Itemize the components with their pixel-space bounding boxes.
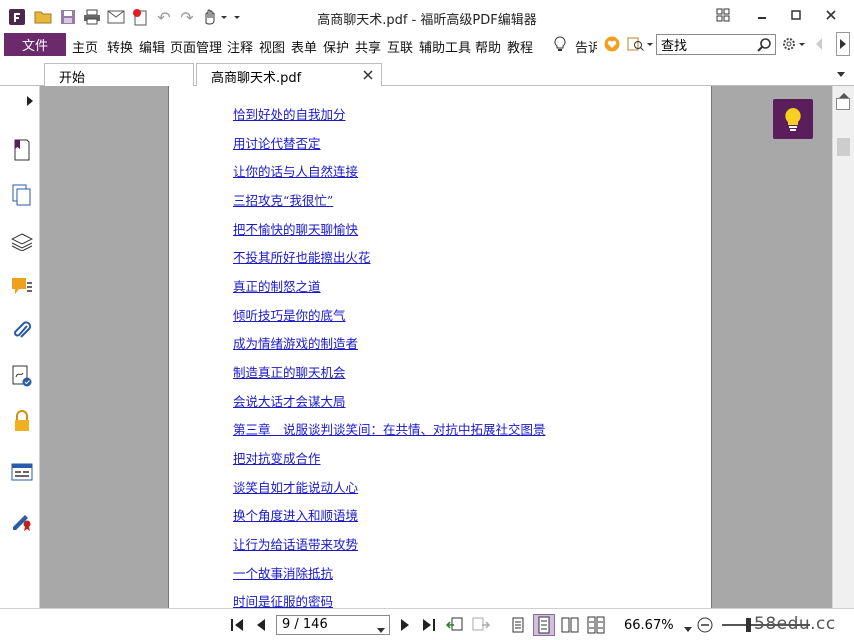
toc-link[interactable]: 真正的制怒之道 [233, 276, 321, 295]
toc-link[interactable]: 倾听技巧是你的底气 [233, 305, 346, 324]
facing-view-icon[interactable] [560, 616, 580, 634]
continuous-view-icon[interactable] [533, 614, 555, 636]
continuous-facing-view-icon[interactable] [586, 616, 606, 634]
menu-bar: 文件 主页 转换 编辑 页面管理 注释 视图 表单 保护 共享 互联 辅助工具 … [0, 32, 854, 58]
page-indicator: 9 / 146 [282, 617, 328, 632]
zoom-out-icon[interactable] [697, 617, 713, 636]
tab-start[interactable]: 开始 [44, 63, 194, 87]
minimize-button[interactable] [751, 6, 773, 24]
ribbon-scroll-right-icon[interactable] [836, 32, 850, 56]
settings-gear-icon[interactable] [781, 36, 807, 56]
toc-link[interactable]: 让行为给话语带来攻势 [233, 534, 358, 553]
toc-link[interactable]: 谈笑自如才能说动人心 [233, 477, 358, 496]
menu-form[interactable]: 表单 [291, 37, 317, 56]
close-tab-icon[interactable] [363, 69, 373, 84]
search-input[interactable] [657, 35, 755, 54]
previous-page-icon[interactable] [254, 616, 268, 634]
toc-link[interactable]: 会说大话才会谋大局 [233, 391, 346, 410]
split-view-handle[interactable] [836, 98, 850, 110]
zoom-slider-thumb[interactable] [746, 618, 751, 632]
menu-comment[interactable]: 注释 [227, 37, 253, 56]
lightbulb-icon[interactable] [553, 36, 567, 56]
toc-link[interactable]: 第三章 说服谈判谈笑间：在共情、对抗中拓展社交图景 [233, 419, 546, 438]
toc-link[interactable]: 不投其所好也能擦出火花 [233, 247, 371, 266]
search-box [656, 34, 776, 55]
page-dropdown-icon[interactable] [377, 623, 385, 638]
tab-list-dropdown-icon[interactable] [836, 68, 846, 82]
tab-bar: 开始 高商聊天术.pdf [0, 58, 854, 87]
toc-link[interactable]: 把不愉快的聊天聊愉快 [233, 219, 358, 238]
comments-panel-icon[interactable] [10, 274, 34, 298]
status-bar: 9 / 146 66.67% 58edu.cc [0, 608, 854, 640]
lightbulb-tip-icon [785, 108, 801, 131]
menu-tutorial[interactable]: 教程 [507, 37, 533, 56]
menu-convert[interactable]: 转换 [107, 37, 133, 56]
menu-connect[interactable]: 互联 [387, 37, 413, 56]
toc-link[interactable]: 制造真正的聊天机会 [233, 362, 346, 381]
bookmark-panel-icon[interactable] [10, 138, 34, 162]
toc-link[interactable]: 用讨论代替否定 [233, 133, 321, 152]
toc-link[interactable]: 恰到好处的自我加分 [233, 104, 346, 123]
page-thumbnails-icon[interactable] [10, 183, 34, 207]
menu-accessibility[interactable]: 辅助工具 [419, 37, 471, 56]
tab-document[interactable]: 高商聊天术.pdf [196, 63, 382, 87]
toc-link[interactable]: 时间是征服的密码 [233, 591, 333, 608]
toc-link[interactable]: 成为情绪游戏的制造者 [233, 333, 358, 352]
feedback-heart-icon[interactable] [604, 36, 620, 56]
menu-page-management[interactable]: 页面管理 [170, 37, 222, 56]
certificate-icon[interactable] [10, 508, 34, 532]
toc-link[interactable]: 让你的话与人自然连接 [233, 161, 358, 180]
menu-home[interactable]: 主页 [72, 37, 98, 56]
close-window-button[interactable] [820, 6, 842, 24]
form-fields-icon[interactable] [10, 460, 34, 484]
navigation-pane [0, 86, 46, 640]
toc-link[interactable]: 把对抗变成合作 [233, 448, 321, 467]
menu-share[interactable]: 共享 [355, 37, 381, 56]
next-view-icon[interactable] [471, 616, 491, 634]
document-viewport[interactable]: 恰到好处的自我加分 用讨论代替否定 让你的话与人自然连接 三招攻克“我很忙” 把… [40, 86, 832, 608]
menu-help[interactable]: 帮助 [475, 37, 501, 56]
last-page-icon[interactable] [421, 616, 437, 634]
vertical-scrollbar[interactable] [832, 86, 854, 608]
signature-panel-icon[interactable] [10, 364, 34, 388]
watermark-text: 58edu.cc [754, 614, 836, 634]
menu-edit[interactable]: 编辑 [139, 37, 165, 56]
previous-view-icon[interactable] [445, 616, 465, 634]
page-number-field[interactable]: 9 / 146 [276, 615, 390, 635]
tell-me-label[interactable]: 告诉 [575, 37, 597, 56]
zoom-level[interactable]: 66.67% [624, 618, 674, 633]
smart-tips-button[interactable] [773, 99, 813, 139]
zoom-dropdown-icon[interactable] [684, 622, 692, 636]
toc-link[interactable]: 一个故事消除抵抗 [233, 563, 333, 582]
tab-label: 开始 [59, 71, 86, 86]
pdf-page: 恰到好处的自我加分 用讨论代替否定 让你的话与人自然连接 三招攻克“我很忙” 把… [168, 86, 712, 608]
menu-protect[interactable]: 保护 [323, 37, 349, 56]
toc-link[interactable]: 三招攻克“我很忙” [233, 190, 333, 209]
toc-link[interactable]: 换个角度进入和顺语境 [233, 505, 358, 524]
scroll-thumb[interactable] [837, 138, 850, 156]
menu-view[interactable]: 视图 [259, 37, 285, 56]
expand-pane-icon[interactable] [26, 95, 34, 110]
title-bar: ↶ ↷ 高商聊天术.pdf - 福昕高级PDF编辑器 [0, 0, 854, 32]
ribbon-display-icon[interactable] [712, 6, 734, 24]
tab-label: 高商聊天术.pdf [211, 71, 302, 86]
next-page-icon[interactable] [398, 616, 412, 634]
single-page-view-icon[interactable] [509, 616, 527, 634]
security-lock-icon[interactable] [10, 409, 34, 433]
ribbon-scroll-left-icon[interactable] [814, 37, 824, 55]
maximize-button[interactable] [785, 6, 807, 24]
file-menu-button[interactable]: 文件 [4, 33, 66, 56]
attachments-icon[interactable] [10, 319, 34, 343]
first-page-icon[interactable] [229, 616, 245, 634]
layers-icon[interactable] [10, 230, 34, 254]
find-options-icon[interactable] [627, 36, 653, 56]
search-icon[interactable] [756, 37, 772, 56]
